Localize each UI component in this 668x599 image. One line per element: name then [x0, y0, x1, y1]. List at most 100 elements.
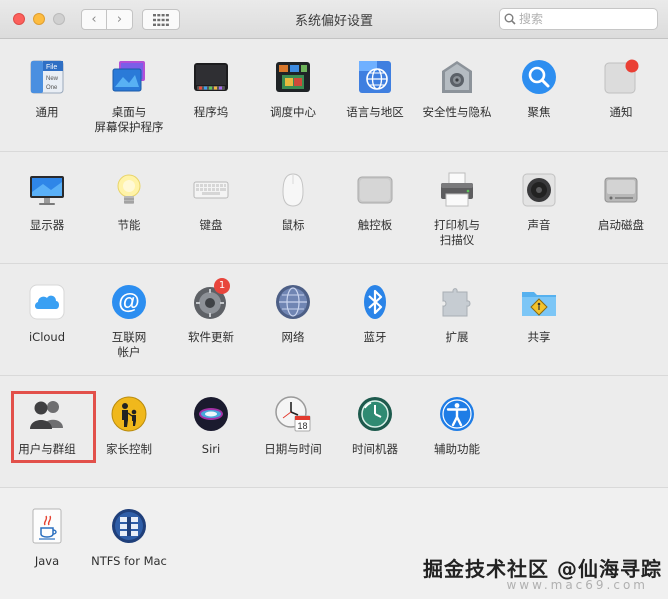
pane-label: 声音: [527, 218, 551, 232]
pane-accessibility[interactable]: 辅助功能: [416, 376, 498, 486]
speaker-icon: [521, 172, 557, 208]
pane-spotlight[interactable]: 聚焦: [498, 39, 580, 149]
pane-time-machine[interactable]: 时间机器: [334, 376, 416, 486]
parental-controls-icon: [111, 396, 147, 432]
preferences-section-internet: iCloud @ 互联网 帐户 1 软件更新 网络 蓝牙 扩展 共享: [0, 263, 668, 376]
pane-label: 显示器: [29, 218, 65, 232]
trackpad-icon: [357, 172, 393, 208]
pane-ntfs-for-mac[interactable]: NTFS for Mac: [88, 488, 170, 598]
dock-icon: [193, 59, 229, 95]
disk-icon: [603, 172, 639, 208]
pane-trackpad[interactable]: 触控板: [334, 152, 416, 262]
language-region-icon: [357, 59, 393, 95]
bluetooth-icon: [357, 284, 393, 320]
pane-label: 时间机器: [352, 442, 398, 456]
pane-energy-saver[interactable]: 节能: [88, 152, 170, 262]
pane-label: 共享: [527, 330, 551, 344]
display-icon: [29, 172, 65, 208]
pane-label: 键盘: [199, 218, 223, 232]
pane-software-update[interactable]: 1 软件更新: [170, 264, 252, 374]
preferences-section-system: 用户与群组 家长控制 Siri 18 日期与时间 时间机器 辅助功能: [0, 375, 668, 488]
svg-text:@: @: [118, 289, 139, 314]
pane-notifications[interactable]: 通知: [580, 39, 662, 149]
pane-label: iCloud: [28, 330, 66, 344]
pane-parental-controls[interactable]: 家长控制: [88, 376, 170, 486]
general-icon-one-text: One: [46, 85, 58, 91]
search-field[interactable]: [499, 8, 658, 30]
pane-label: 语言与地区: [346, 105, 404, 119]
pane-label: 通知: [609, 105, 633, 119]
pane-label: Java: [34, 554, 60, 568]
mouse-icon: [275, 172, 311, 208]
pane-mouse[interactable]: 鼠标: [252, 152, 334, 262]
pane-dock[interactable]: 程序坞: [170, 39, 252, 149]
pane-security-privacy[interactable]: 安全性与隐私: [416, 39, 498, 149]
pane-general[interactable]: File New One 通用: [6, 39, 88, 149]
pane-language-region[interactable]: 语言与地区: [334, 39, 416, 149]
pane-desktop-screensaver[interactable]: 桌面与 屏幕保护程序: [88, 39, 170, 149]
pane-label: 调度中心: [270, 105, 316, 119]
clock-calendar-icon: 18: [275, 396, 311, 432]
pane-label: 触控板: [357, 218, 393, 232]
puzzle-icon: [439, 284, 475, 320]
pane-label: 程序坞: [193, 105, 229, 119]
at-icon: @: [111, 284, 147, 320]
watermark-url: www.mac69.com: [506, 578, 648, 592]
pane-label: 打印机与 扫描仪: [434, 218, 480, 247]
pane-label: Siri: [201, 442, 221, 456]
pane-label: 通用: [35, 105, 59, 119]
mission-control-icon: [275, 59, 311, 95]
update-badge: 1: [214, 278, 230, 294]
pane-keyboard[interactable]: 键盘: [170, 152, 252, 262]
pane-printers-scanners[interactable]: 打印机与 扫描仪: [416, 152, 498, 262]
calendar-day-text: 18: [297, 421, 307, 431]
security-icon: [439, 59, 475, 95]
accessibility-icon: [439, 396, 475, 432]
pane-label: 节能: [117, 218, 141, 232]
ntfs-icon: [111, 508, 147, 544]
keyboard-icon: [193, 172, 229, 208]
pane-label: 桌面与 屏幕保护程序: [94, 105, 164, 134]
general-icon: File New One: [29, 59, 65, 95]
desktop-screensaver-icon: [111, 59, 147, 95]
sharing-folder-icon: [521, 284, 557, 320]
pane-network[interactable]: 网络: [252, 264, 334, 374]
selection-highlight-box: [11, 391, 96, 463]
notifications-icon: [603, 59, 639, 95]
pane-siri[interactable]: Siri: [170, 376, 252, 486]
pane-icloud[interactable]: iCloud: [6, 264, 88, 374]
pane-mission-control[interactable]: 调度中心: [252, 39, 334, 149]
pane-sharing[interactable]: 共享: [498, 264, 580, 374]
pane-date-time[interactable]: 18 日期与时间: [252, 376, 334, 486]
pane-internet-accounts[interactable]: @ 互联网 帐户: [88, 264, 170, 374]
pane-java[interactable]: Java: [6, 488, 88, 598]
pane-label: 网络: [281, 330, 305, 344]
network-globe-icon: [275, 284, 311, 320]
spotlight-icon: [521, 59, 557, 95]
siri-icon: [193, 396, 229, 432]
search-input[interactable]: [516, 12, 649, 26]
pane-sound[interactable]: 声音: [498, 152, 580, 262]
general-icon-new-text: New: [46, 76, 59, 82]
preferences-section-hardware: 显示器 节能 键盘 鼠标 触控板 打印机与 扫描仪 声音 启动磁盘: [0, 151, 668, 264]
pane-label: 互联网 帐户: [111, 330, 147, 359]
pane-label: 启动磁盘: [598, 218, 644, 232]
general-icon-file-text: File: [46, 64, 57, 71]
pane-label: 鼠标: [281, 218, 305, 232]
pane-label: 蓝牙: [363, 330, 387, 344]
toolbar: ‹ › 系统偏好设置: [0, 0, 668, 39]
printer-icon: [439, 172, 475, 208]
pane-startup-disk[interactable]: 启动磁盘: [580, 152, 662, 262]
pane-bluetooth[interactable]: 蓝牙: [334, 264, 416, 374]
pane-label: 聚焦: [527, 105, 551, 119]
icloud-icon: [29, 284, 65, 320]
pane-displays[interactable]: 显示器: [6, 152, 88, 262]
search-icon: [504, 13, 516, 25]
time-machine-icon: [357, 396, 393, 432]
preferences-section-personal: File New One 通用 桌面与 屏幕保护程序 程序坞 调度中心 语言与地…: [0, 39, 668, 151]
pane-label: 辅助功能: [434, 442, 480, 456]
pane-label: 软件更新: [188, 330, 234, 344]
pane-extensions[interactable]: 扩展: [416, 264, 498, 374]
pane-label: 日期与时间: [264, 442, 322, 456]
pane-label: NTFS for Mac: [91, 554, 167, 568]
